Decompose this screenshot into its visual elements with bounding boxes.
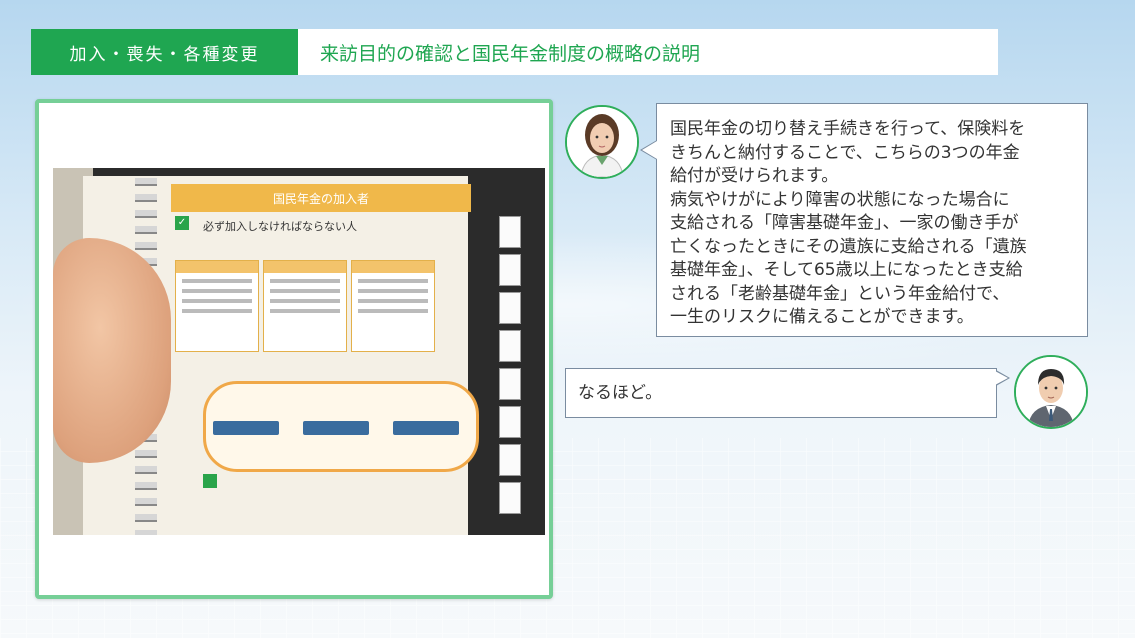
visitor-line: なるほど。 — [578, 383, 663, 403]
visitor-speech-bubble: なるほど。 — [565, 368, 997, 418]
male-visitor-avatar-icon — [1014, 355, 1088, 429]
presenter-hand — [53, 238, 171, 463]
staff-line: 亡くなったときにその遺族に支給される「遺族 — [670, 236, 1027, 257]
pension-pill — [393, 421, 459, 435]
category-box — [263, 260, 347, 352]
video-frame: 国民年金の加入者 ✓ 必ず加入しなければならない人 — [35, 99, 553, 599]
video-player[interactable]: 国民年金の加入者 ✓ 必ず加入しなければならない人 — [53, 168, 545, 535]
category-box — [351, 260, 435, 352]
staff-line: 基礎年金」、そして65歳以上になったとき支給 — [670, 260, 1023, 280]
pension-pill — [303, 421, 369, 435]
section-tag: 加入・喪失・各種変更 — [31, 29, 298, 75]
staff-line: 給付が受けられます。 — [670, 166, 839, 186]
staff-speech-bubble: 国民年金の切り替え手続きを行って、保険料を きちんと納付することで、こちらの3つ… — [656, 103, 1088, 337]
category-box — [175, 260, 259, 352]
staff-line: 国民年金の切り替え手続きを行って、保険料を — [670, 119, 1026, 139]
pamphlet-heading: 必ず加入しなければならない人 — [203, 220, 357, 233]
pension-pill — [213, 421, 279, 435]
checkmark-icon — [203, 474, 217, 488]
index-tabs — [499, 216, 523, 520]
bubble-tail-fill — [995, 371, 1008, 385]
staff-line: される「老齢基礎年金」という年金給付で、 — [670, 283, 1010, 304]
bubble-tail-fill — [642, 141, 657, 159]
header-bar: 加入・喪失・各種変更 来訪目的の確認と国民年金制度の概略の説明 — [31, 29, 998, 75]
page-title: 来訪目的の確認と国民年金制度の概略の説明 — [320, 42, 701, 65]
staff-line: 支給される「障害基礎年金」、一家の働き手が — [670, 213, 1019, 233]
staff-line: きちんと納付することで、こちらの3つの年金 — [670, 142, 1020, 163]
staff-line: 一生のリスクに備えることができます。 — [670, 307, 974, 327]
pamphlet-title: 国民年金の加入者 — [171, 184, 471, 212]
staff-line: 病気やけがにより障害の状態になった場合に — [670, 189, 1010, 210]
female-staff-avatar-icon — [565, 105, 639, 179]
checkmark-icon: ✓ — [175, 216, 189, 230]
